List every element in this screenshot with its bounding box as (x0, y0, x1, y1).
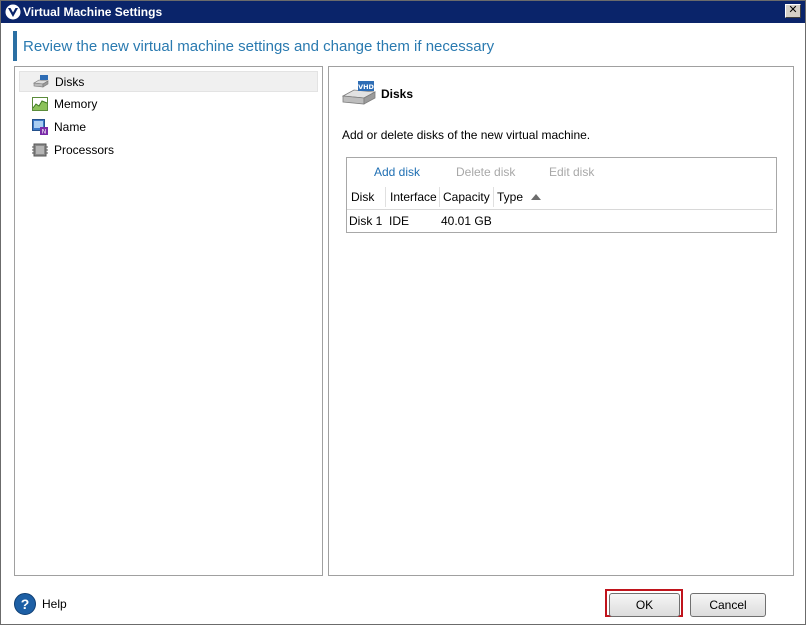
column-divider[interactable] (493, 187, 494, 207)
table-row[interactable]: Disk 1 IDE 40.01 GB (347, 210, 776, 232)
hard-disk-icon: VHD (342, 81, 376, 105)
window-title: Virtual Machine Settings (23, 5, 163, 19)
delete-disk-button[interactable]: Delete disk (456, 165, 515, 179)
section-description: Add or delete disks of the new virtual m… (342, 128, 591, 142)
virtual-machine-settings-window: Virtual Machine Settings ✕ Review the ne… (0, 0, 806, 625)
page-header: Review the new virtual machine settings … (23, 38, 495, 55)
header-accent-bar (13, 31, 17, 61)
title-bar[interactable]: Virtual Machine Settings ✕ (1, 1, 805, 23)
add-disk-button[interactable]: Add disk (374, 165, 420, 179)
close-button[interactable]: ✕ (785, 4, 801, 18)
column-header-type[interactable]: Type (497, 190, 523, 204)
section-title: Disks (381, 87, 414, 101)
hard-disk-icon (33, 75, 49, 88)
table-header: Disk Interface Capacity Type (347, 185, 773, 210)
column-header-capacity[interactable]: Capacity (443, 190, 490, 204)
nav-item-label: Processors (54, 143, 115, 157)
cell-interface: IDE (389, 214, 410, 228)
nav-item-name[interactable]: N Name (19, 117, 318, 138)
cell-capacity: 40.01 GB (441, 214, 492, 228)
column-divider[interactable] (385, 187, 386, 207)
memory-chart-icon (32, 97, 48, 111)
nav-item-memory[interactable]: Memory (19, 94, 318, 115)
nav-item-processors[interactable]: Processors (19, 140, 318, 161)
settings-nav-panel: Disks Memory N Name Processors (14, 66, 323, 576)
ok-button[interactable]: OK (609, 593, 680, 617)
column-divider[interactable] (439, 187, 440, 207)
dialog-content: Review the new virtual machine settings … (1, 23, 805, 624)
vm-name-icon: N (32, 119, 48, 135)
help-icon: ? (14, 593, 36, 615)
sort-ascending-icon (531, 194, 541, 200)
edit-disk-button[interactable]: Edit disk (549, 165, 594, 179)
help-link[interactable]: ? Help (14, 593, 74, 617)
nav-item-disks[interactable]: Disks (19, 71, 318, 92)
svg-text:VHD: VHD (358, 83, 374, 91)
cancel-button[interactable]: Cancel (690, 593, 766, 617)
app-logo-icon (5, 4, 21, 20)
nav-item-label: Disks (55, 75, 85, 89)
disks-table: Add disk Delete disk Edit disk Disk Inte… (346, 157, 777, 233)
help-label: Help (42, 597, 67, 611)
disks-settings-panel: VHD Disks Add or delete disks of the new… (328, 66, 794, 576)
svg-text:N: N (42, 129, 47, 136)
column-header-interface[interactable]: Interface (390, 190, 437, 204)
cell-disk: Disk 1 (349, 214, 383, 228)
nav-item-label: Name (54, 120, 87, 134)
processor-chip-icon (32, 143, 48, 157)
nav-item-label: Memory (54, 97, 98, 111)
column-header-disk[interactable]: Disk (351, 190, 374, 204)
